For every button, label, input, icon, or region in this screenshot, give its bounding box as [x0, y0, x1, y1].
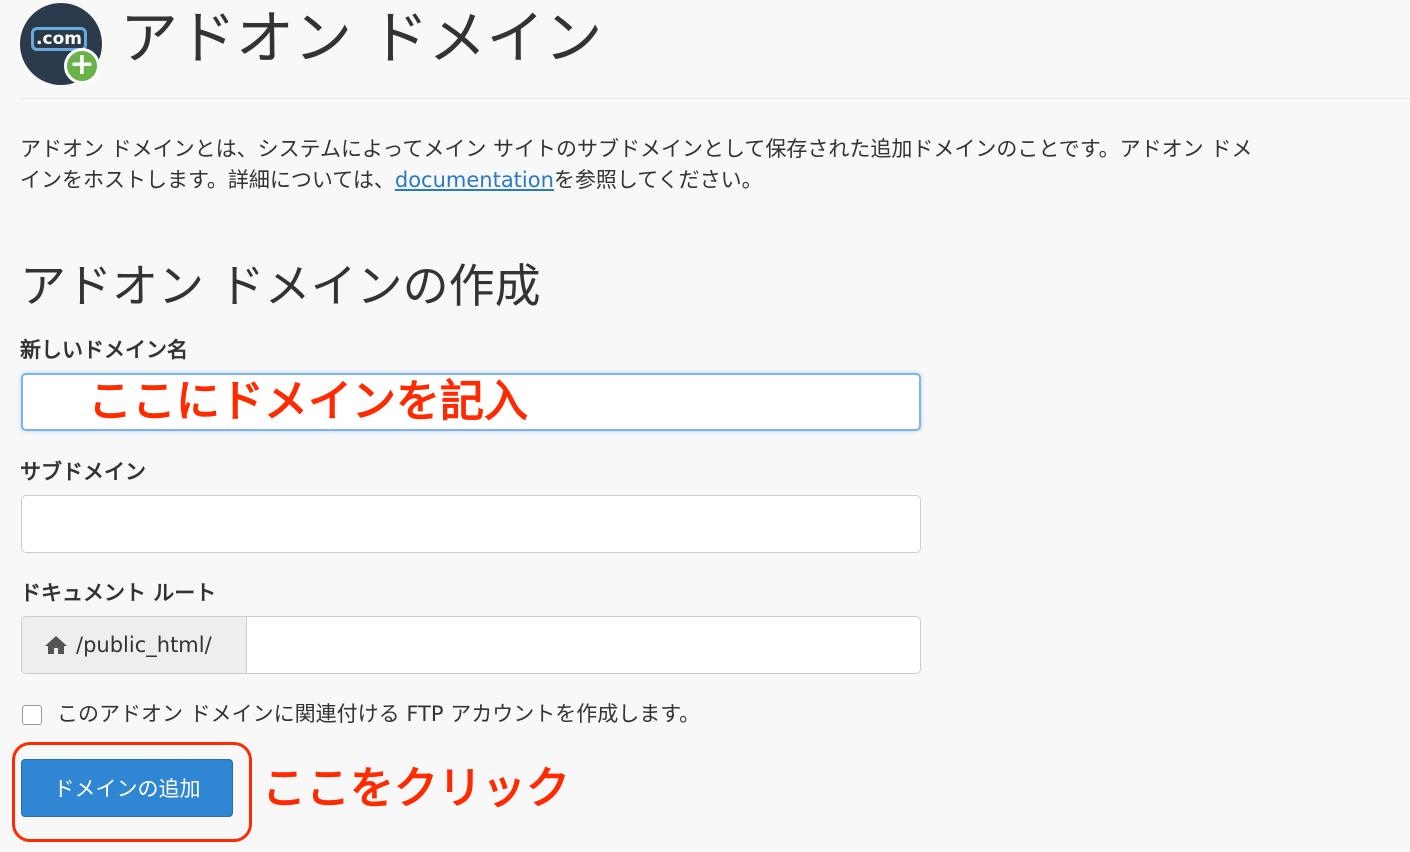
page-title: アドオン ドメイン [120, 4, 603, 72]
document-root-prefix-text: /public_html/ [76, 633, 212, 657]
documentation-link[interactable]: documentation [395, 168, 554, 192]
add-domain-button[interactable]: ドメインの追加 [21, 759, 233, 817]
section-title: アドオン ドメインの作成 [20, 259, 541, 313]
document-root-input[interactable] [247, 617, 919, 673]
document-root-input-group: /public_html/ [21, 616, 921, 674]
ftp-account-checkbox-label[interactable]: このアドオン ドメインに関連付ける FTP アカウントを作成します。 [57, 699, 700, 729]
description-line-2: インをホストします。詳細については、documentationを参照してください… [20, 165, 1410, 196]
home-icon [45, 636, 67, 654]
page-header: .com + アドオン ドメイン [20, 0, 1410, 99]
annotation-button-hint: ここをクリック [262, 763, 570, 814]
ftp-account-checkbox[interactable] [22, 705, 42, 725]
document-root-prefix: /public_html/ [22, 617, 247, 673]
description-text-after: を参照してください。 [553, 168, 763, 192]
document-root-label: ドキュメント ルート [20, 581, 217, 605]
subdomain-input[interactable] [21, 495, 921, 553]
addon-domain-logo-icon: .com + [20, 3, 102, 85]
annotation-input-hint: ここにドメインを記入 [88, 376, 528, 427]
new-domain-label: 新しいドメイン名 [20, 338, 188, 362]
page-description: アドオン ドメインとは、システムによってメイン サイトのサブドメインとして保存さ… [20, 134, 1410, 196]
plus-icon: + [64, 48, 100, 84]
subdomain-label: サブドメイン [20, 460, 146, 484]
description-text-before: インをホストします。詳細については、 [20, 168, 395, 192]
description-line-1: アドオン ドメインとは、システムによってメイン サイトのサブドメインとして保存さ… [20, 137, 1253, 161]
